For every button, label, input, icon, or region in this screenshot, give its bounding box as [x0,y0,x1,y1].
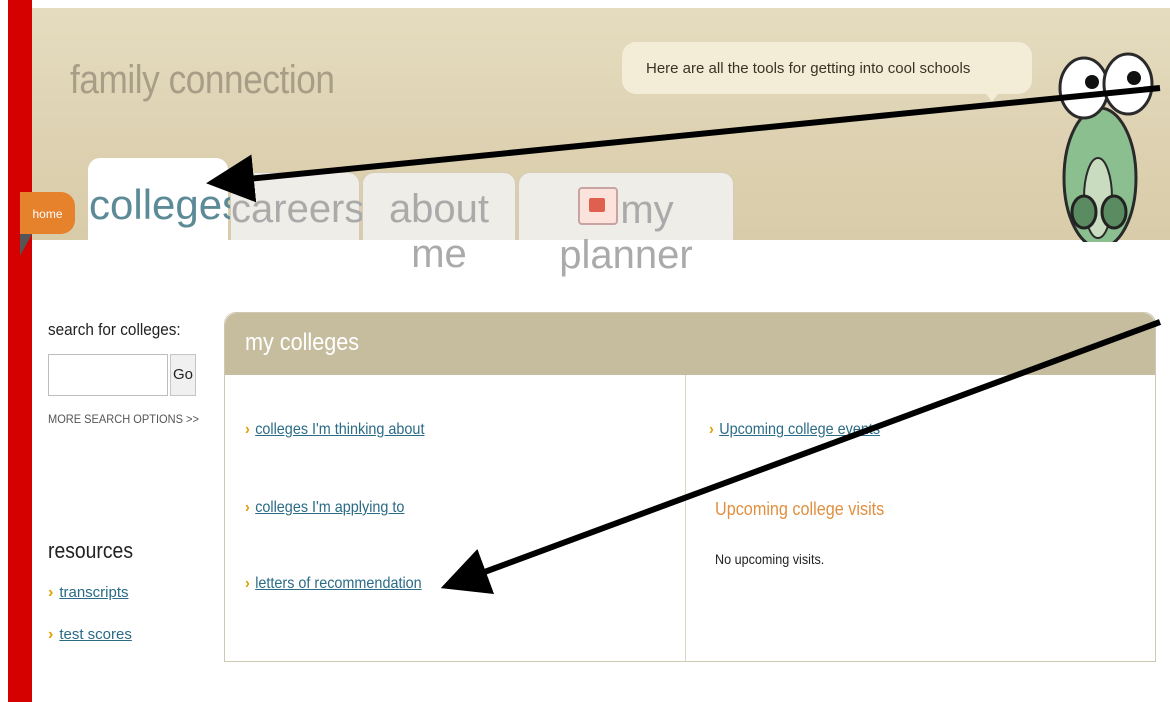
chevron-right-icon: › [245,421,250,438]
tab-careers[interactable]: careers [230,172,364,240]
chevron-right-icon: › [48,584,54,601]
tab-my-planner[interactable]: my planner [518,172,734,277]
resource-item-test-scores: › test scores [48,626,132,644]
site-title: family connection [70,58,335,102]
chevron-right-icon: › [709,421,714,438]
tab-about-me[interactable]: about me [362,172,516,276]
chevron-right-icon: › [245,575,250,592]
chevron-right-icon: › [48,626,54,643]
upcoming-events-item: › Upcoming college events [709,421,880,439]
tab-about-me-label: about me [388,187,490,276]
gator-mascot-icon [1042,48,1170,242]
planner-icon [578,187,619,225]
home-button[interactable]: home [20,192,75,234]
colleges-thinking-item: › colleges I'm thinking about [245,421,424,439]
my-colleges-panel: my colleges › colleges I'm thinking about… [224,312,1156,662]
tab-colleges[interactable]: colleges [88,158,243,242]
panel-title: my colleges [245,329,360,356]
go-button[interactable]: Go [170,354,196,396]
tab-colleges-label: colleges [89,181,244,228]
search-label: search for colleges: [48,320,181,339]
more-search-options-link[interactable]: MORE SEARCH OPTIONS >> [48,412,199,426]
chevron-right-icon: › [245,499,250,516]
upcoming-events-link[interactable]: Upcoming college events [719,421,880,438]
speech-bubble-tail [982,88,1002,102]
transcripts-link[interactable]: transcripts [59,584,128,601]
colleges-applying-link[interactable]: colleges I'm applying to [255,499,404,516]
tab-careers-label: careers [231,187,365,231]
no-visits-text: No upcoming visits. [715,551,825,567]
home-tab-fold [20,234,32,256]
resource-item-transcripts: › transcripts [48,584,129,602]
resources-heading: resources [48,538,134,563]
letters-recommendation-link[interactable]: letters of recommendation [255,575,421,592]
colleges-thinking-link[interactable]: colleges I'm thinking about [255,421,424,438]
left-accent-bar [8,0,32,702]
letters-recommendation-item: › letters of recommendation [245,575,422,593]
upcoming-visits-heading: Upcoming college visits [715,499,885,519]
college-search-input[interactable] [48,354,168,396]
speech-bubble: Here are all the tools for getting into … [622,42,1032,94]
colleges-applying-item: › colleges I'm applying to [245,499,404,517]
panel-divider [685,375,686,661]
panel-header: my colleges [225,313,1155,375]
test-scores-link[interactable]: test scores [59,626,132,643]
